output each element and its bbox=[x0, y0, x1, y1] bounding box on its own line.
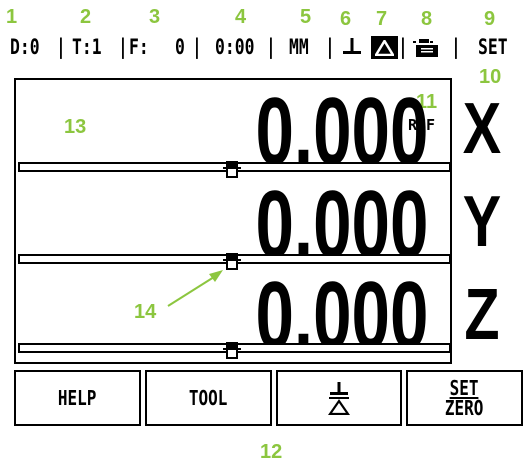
set-zero-softkey[interactable]: SET ZERO bbox=[406, 370, 523, 426]
set-zero-softkey-bottom-label: ZERO bbox=[445, 396, 484, 420]
incremental-absolute-icon bbox=[328, 382, 350, 415]
help-softkey-label: HELP bbox=[58, 386, 97, 410]
incremental-absolute-softkey[interactable] bbox=[276, 370, 402, 426]
tool-softkey-label: TOOL bbox=[189, 386, 228, 410]
help-softkey[interactable]: HELP bbox=[14, 370, 141, 426]
tool-softkey[interactable]: TOOL bbox=[145, 370, 272, 426]
